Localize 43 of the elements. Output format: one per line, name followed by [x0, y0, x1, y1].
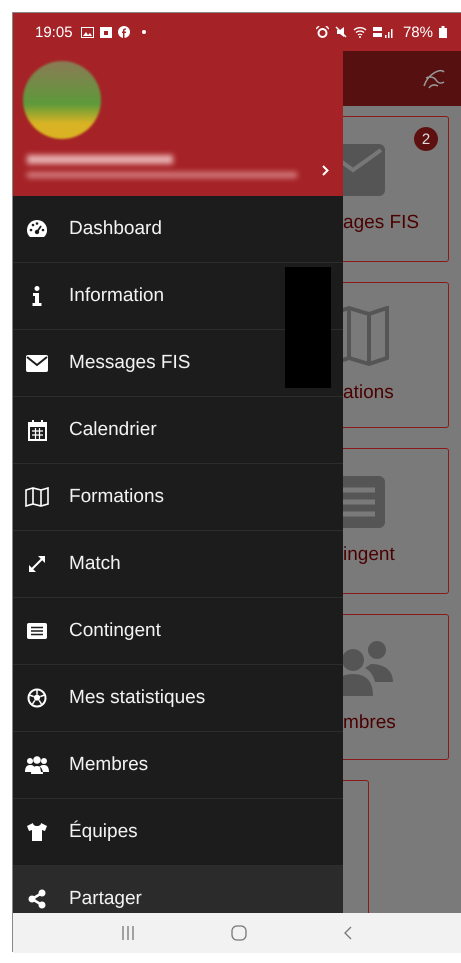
- users-icon: [343, 640, 393, 696]
- battery-icon: [439, 26, 447, 38]
- wifi-icon: [352, 26, 367, 38]
- home-icon[interactable]: [230, 925, 247, 941]
- drawer-item[interactable]: Dashboard: [13, 196, 343, 263]
- menu-tile[interactable]: 2 ages FIS: [343, 116, 449, 262]
- calendar-icon: [100, 26, 112, 38]
- soccer-ball-icon: [27, 688, 47, 708]
- shirt-icon: [27, 823, 47, 841]
- back-icon[interactable]: [344, 926, 352, 940]
- menu-tile[interactable]: ingent: [343, 448, 449, 594]
- drawer-header[interactable]: [13, 51, 343, 196]
- map-icon: [25, 487, 49, 507]
- image-icon: [80, 26, 94, 38]
- envelope-icon: [26, 354, 48, 372]
- tile-label: ations: [343, 382, 394, 404]
- drawer-item[interactable]: Contingent: [13, 598, 343, 665]
- drawer-item[interactable]: Membres: [13, 732, 343, 799]
- signal-icon: [372, 26, 395, 38]
- logo-icon: [421, 68, 447, 90]
- users-icon: [25, 756, 49, 774]
- alarm-icon: [316, 26, 329, 38]
- list-icon: [27, 623, 47, 639]
- chevron-right-icon: [322, 165, 329, 176]
- tile-label: ingent: [343, 544, 395, 566]
- expand-arrows-icon: [28, 555, 46, 573]
- facebook-icon: [118, 26, 130, 38]
- battery-level: 78%: [402, 24, 433, 40]
- tile-label: ages FIS: [343, 212, 420, 234]
- map-icon: [343, 306, 389, 366]
- calendar-icon: [28, 420, 46, 440]
- recent-apps-icon[interactable]: [122, 926, 134, 940]
- drawer-item[interactable]: Formations: [13, 464, 343, 531]
- mute-icon: [334, 26, 347, 38]
- dashboard-icon: [26, 219, 48, 239]
- notification-dot-icon: [142, 30, 146, 34]
- clock: 19:05: [35, 24, 73, 40]
- count-badge: 2: [414, 127, 438, 151]
- share-icon: [27, 889, 47, 909]
- tile-label: mbres: [343, 712, 396, 734]
- drawer-item[interactable]: Partager: [13, 866, 343, 913]
- info-icon: [32, 286, 42, 306]
- menu-tile[interactable]: mbres: [343, 614, 449, 760]
